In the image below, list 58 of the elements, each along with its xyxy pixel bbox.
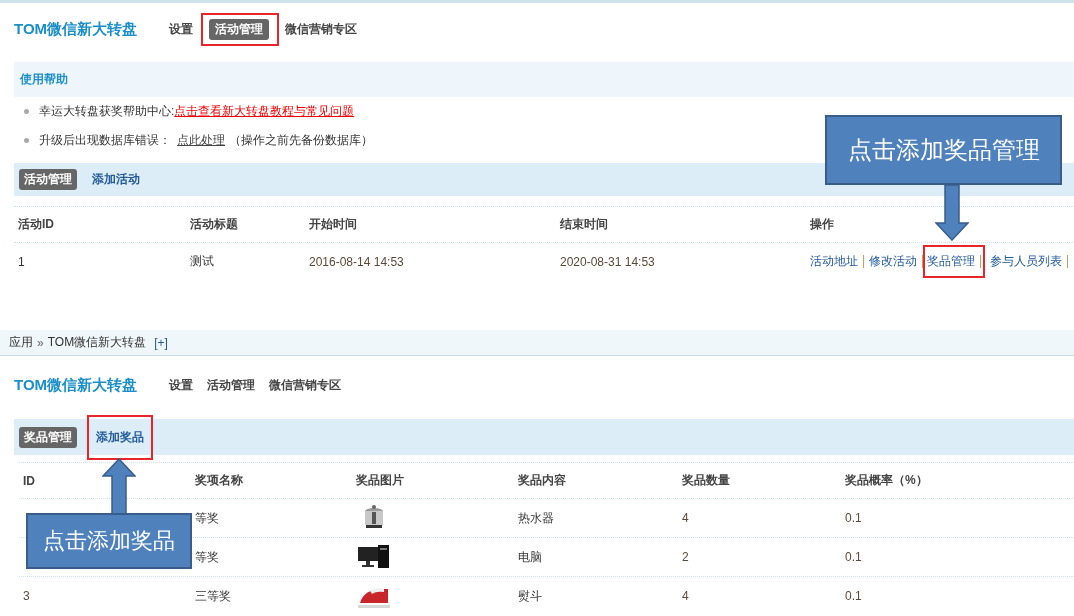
table-cell: 0.1: [845, 589, 862, 603]
table-cell: 电脑: [518, 548, 542, 566]
table-cell: 4: [682, 589, 689, 603]
column-header: 奖品图片: [355, 472, 405, 489]
column-header: 开始时间: [308, 216, 358, 233]
sub-nav-tab[interactable]: 活动管理: [19, 169, 77, 190]
nav-tab[interactable]: 活动管理: [209, 19, 270, 40]
help-text: 幸运大转盘获奖帮助中心:: [39, 103, 175, 120]
table-cell: 4: [682, 511, 689, 525]
nav-tab[interactable]: 设置: [163, 19, 200, 40]
action-link[interactable]: 修改活动: [864, 255, 923, 268]
table-cell: 2: [682, 550, 689, 564]
column-header: ID: [22, 473, 36, 488]
action-link[interactable]: 活动地址: [810, 255, 864, 268]
table-cell-text: 1: [17, 254, 26, 269]
add-link[interactable]: [+]: [154, 335, 168, 350]
sub-nav-tab[interactable]: 添加奖品: [91, 426, 149, 448]
action-link[interactable]: 参与人员列表: [985, 255, 1068, 268]
column-header: 活动标题: [189, 216, 239, 233]
table-cell: 0.1: [845, 550, 862, 564]
breadcrumb-separator: »: [37, 335, 44, 350]
help-note: （操作之前先备份数据库）: [229, 132, 373, 149]
table-cell: 等奖: [195, 548, 219, 566]
app-title: TOM微信新大转盘: [14, 375, 138, 395]
callout-text: 点击添加奖品管理: [847, 135, 1040, 166]
column-header: 奖品内容: [517, 472, 567, 489]
help-link[interactable]: 点此处理: [177, 132, 225, 149]
breadcrumb-link[interactable]: 应用: [9, 334, 33, 351]
help-link[interactable]: 点击查看新大转盘教程与常见问题: [174, 103, 355, 120]
column-header: 奖品数量: [681, 472, 731, 489]
bullet-icon: [24, 138, 29, 143]
sub-nav-tab[interactable]: 奖品管理: [19, 426, 77, 448]
nav-tab[interactable]: 微信营销专区: [263, 374, 348, 396]
table-cell: 等奖: [195, 509, 219, 527]
breadcrumb-link[interactable]: TOM微信新大转盘: [47, 334, 147, 351]
nav-tab[interactable]: 微信营销专区: [279, 19, 364, 40]
column-header: 操作: [809, 216, 835, 233]
nav-tab[interactable]: 活动管理: [201, 374, 262, 396]
table-cell: 三等奖: [195, 587, 231, 605]
table-cell: 热水器: [518, 509, 554, 527]
action-link[interactable]: 奖品管理: [927, 255, 981, 268]
column-header: 奖品概率（%）: [844, 472, 929, 489]
column-header: 活动ID: [17, 216, 55, 233]
table-cell: 熨斗: [518, 587, 542, 605]
callout-text: 点击添加奖品: [43, 527, 175, 555]
table-cell: 0.1: [845, 511, 862, 525]
column-header: 奖项名称: [194, 472, 244, 489]
table-cell-text: 测试: [189, 253, 215, 270]
app-title: TOM微信新大转盘: [14, 20, 138, 39]
bullet-icon: [24, 109, 29, 114]
help-text: 升级后出现数据库错误：: [39, 132, 171, 149]
nav-tab[interactable]: 设置: [163, 374, 200, 396]
help-title: 使用帮助: [20, 71, 68, 88]
column-header: 结束时间: [559, 216, 609, 233]
table-cell: 3: [23, 589, 30, 603]
table-cell-text: 2020-08-31 14:53: [559, 254, 656, 269]
sub-nav-tab[interactable]: 添加活动: [87, 169, 145, 190]
table-cell-text: 2016-08-14 14:53: [308, 254, 405, 269]
